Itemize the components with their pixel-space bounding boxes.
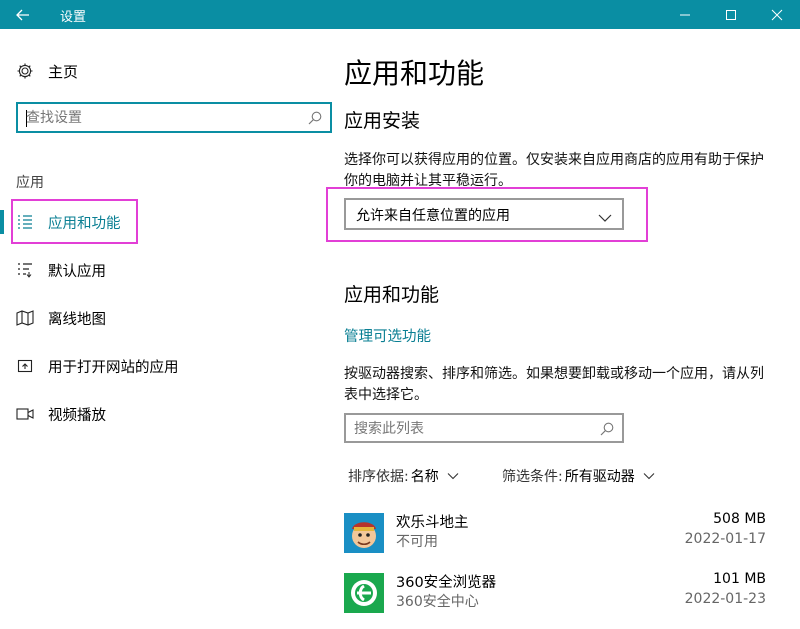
- active-indicator: [0, 210, 4, 234]
- settings-search-box[interactable]: [16, 102, 332, 133]
- highlight-box-dropdown: [326, 187, 648, 242]
- open-website-icon: [16, 357, 34, 375]
- back-arrow-icon: [16, 9, 29, 20]
- section-label-apps: 应用: [16, 175, 44, 191]
- search-icon[interactable]: [600, 421, 614, 440]
- sidebar-item-label: 视频播放: [48, 407, 106, 424]
- app-install-date: 2022-01-17: [684, 531, 766, 547]
- install-heading: 应用安装: [344, 110, 421, 132]
- close-icon: [771, 9, 783, 20]
- apps-description: 按驱动器搜索、排序和筛选。如果想要卸载或移动一个应用，请从列表中选择它。: [344, 366, 764, 403]
- back-button[interactable]: [0, 0, 46, 29]
- sidebar-item-label: 离线地图: [48, 311, 106, 328]
- sidebar-item-offline-maps[interactable]: 离线地图: [16, 304, 316, 332]
- home-nav-item[interactable]: 主页: [16, 60, 78, 82]
- app-size: 101 MB: [713, 571, 766, 587]
- gear-icon: [17, 63, 33, 79]
- chevron-down-icon: [447, 472, 459, 480]
- app-publisher: 360安全中心: [396, 594, 479, 610]
- minimize-button[interactable]: [662, 0, 708, 29]
- maximize-button[interactable]: [708, 0, 754, 29]
- highlight-box-sidebar: [11, 199, 138, 244]
- filter-label: 筛选条件:: [502, 469, 563, 485]
- apps-features-heading: 应用和功能: [344, 284, 440, 306]
- app-publisher: 不可用: [396, 534, 438, 550]
- manage-optional-features-link[interactable]: 管理可选功能: [344, 325, 431, 346]
- app-size: 508 MB: [713, 511, 766, 527]
- map-icon: [16, 309, 34, 327]
- title-bar: 设置: [0, 0, 800, 29]
- app-list-search-input[interactable]: [354, 419, 584, 439]
- chevron-down-icon: [643, 472, 655, 480]
- app-list-item[interactable]: 欢乐斗地主 不可用 508 MB 2022-01-17: [344, 511, 768, 561]
- app-list-item[interactable]: 360安全浏览器 360安全中心 101 MB 2022-01-23: [344, 571, 768, 621]
- page-title: 应用和功能: [344, 57, 485, 90]
- search-icon[interactable]: [308, 110, 322, 129]
- sort-by-dropdown[interactable]: 排序依据: 名称: [348, 466, 459, 486]
- sidebar-item-default-apps[interactable]: 默认应用: [16, 256, 316, 284]
- sidebar-item-label: 用于打开网站的应用: [48, 359, 179, 376]
- maximize-icon: [726, 9, 736, 20]
- home-label: 主页: [48, 62, 79, 81]
- sidebar-item-video-playback[interactable]: 视频播放: [16, 400, 316, 428]
- sort-value: 名称: [410, 469, 439, 485]
- minimize-icon: [680, 14, 690, 15]
- sidebar-item-label: 默认应用: [48, 263, 106, 280]
- app-name: 欢乐斗地主: [396, 515, 469, 531]
- close-button[interactable]: [754, 0, 800, 29]
- 360-browser-icon: [344, 573, 384, 613]
- video-icon: [16, 405, 34, 423]
- filter-value: 所有驱动器: [564, 469, 635, 485]
- sidebar-item-open-websites[interactable]: 用于打开网站的应用: [16, 352, 316, 380]
- app-install-date: 2022-01-23: [684, 591, 766, 607]
- doudizhu-app-icon: [344, 513, 384, 553]
- default-apps-icon: [16, 261, 34, 279]
- sort-label: 排序依据:: [348, 469, 409, 485]
- app-name: 360安全浏览器: [396, 575, 497, 591]
- window-title: 设置: [60, 10, 87, 25]
- install-description: 选择你可以获得应用的位置。仅安装来自应用商店的应用有助于保护你的电脑并让其平稳运…: [344, 152, 764, 189]
- settings-search-input[interactable]: [26, 108, 286, 128]
- filter-by-dropdown[interactable]: 筛选条件: 所有驱动器: [502, 466, 655, 486]
- app-list-search-box[interactable]: [344, 413, 624, 443]
